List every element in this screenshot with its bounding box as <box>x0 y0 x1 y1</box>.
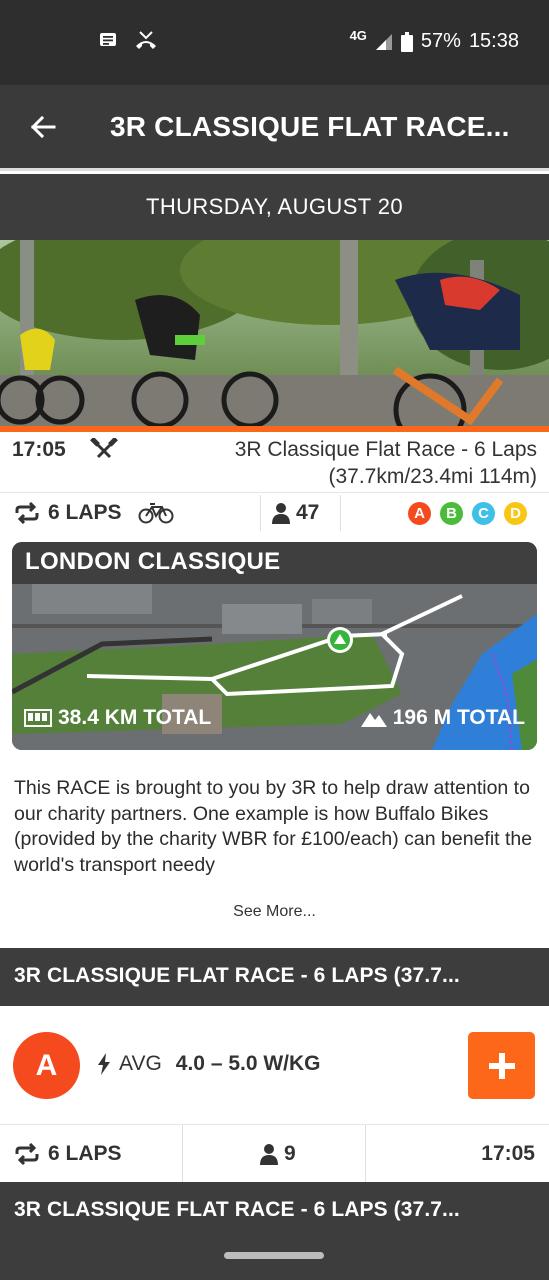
mountain-icon <box>360 713 387 727</box>
avg-value: 4.0 – 5.0 W/KG <box>175 1052 321 1075</box>
subgroup-title: 3R CLASSIQUE FLAT RACE - 6 LAPS (37.7... <box>0 1182 549 1230</box>
notification-icons <box>98 30 158 50</box>
page-title: 3R CLASSIQUE FLAT RACE... <box>110 111 510 142</box>
event-stats: 6 LAPS 47 A B C D <box>0 492 549 532</box>
riders-count: 47 <box>296 501 320 524</box>
elevation-total: 196 M TOTAL <box>360 706 525 730</box>
route-name: LONDON CLASSIQUE <box>12 542 537 584</box>
elevation-value: 196 M TOTAL <box>392 706 525 729</box>
subgroup-laps: 6 LAPS <box>48 1142 122 1165</box>
route-card[interactable]: LONDON CLASSIQUE 38.4 KM TOTAL 196 M TOT… <box>12 542 537 750</box>
network-type: 4G <box>349 28 367 43</box>
clock: 15:38 <box>468 30 519 52</box>
person-icon <box>272 503 290 524</box>
event-date: THURSDAY, AUGUST 20 <box>0 174 549 240</box>
subgroup-laps-stat: 6 LAPS <box>14 1125 122 1183</box>
stats-divider <box>182 1125 183 1183</box>
repeat-laps-icon <box>15 502 39 524</box>
subgroup-riders-stat: 9 <box>260 1125 296 1183</box>
see-more-link[interactable]: See More... <box>0 903 549 921</box>
event-description: This RACE is brought to you by 3R to hel… <box>14 777 533 876</box>
subgroup-stats: 6 LAPS 9 17:05 <box>0 1124 549 1183</box>
back-arrow-icon[interactable] <box>28 112 58 142</box>
laps-count: 6 LAPS <box>48 501 122 524</box>
category-badge-large: A <box>13 1032 80 1099</box>
stats-divider <box>260 495 261 531</box>
category-badge-d: D <box>502 499 529 527</box>
category-badge-c: C <box>470 499 497 527</box>
signal-icon <box>375 33 392 50</box>
event-summary: 17:05 3R Classique Flat Race - 6 Laps (3… <box>0 432 549 492</box>
bike-icon <box>138 503 174 524</box>
race-hammers-icon <box>90 438 118 459</box>
missed-call-icon <box>136 31 156 49</box>
event-hero-image <box>0 240 549 426</box>
event-name: 3R Classique Flat Race - 6 Laps (37.7km/… <box>234 438 537 488</box>
join-subgroup-button[interactable] <box>468 1032 535 1099</box>
subgroup-start-time: 17:05 <box>481 1142 535 1165</box>
avg-label: AVG <box>119 1052 162 1075</box>
repeat-laps-icon <box>15 1143 39 1165</box>
event-time: 17:05 <box>12 438 66 461</box>
subgroup-riders: 9 <box>284 1142 296 1165</box>
power-range: AVG 4.0 – 5.0 W/KG <box>97 1052 321 1076</box>
odometer-icon <box>24 709 52 727</box>
distance-total: 38.4 KM TOTAL <box>24 706 211 730</box>
category-badge-b: B <box>438 499 465 527</box>
battery-percent: 57% <box>420 30 461 52</box>
stats-divider <box>365 1125 366 1183</box>
system-navigation-bar <box>0 1230 549 1280</box>
person-icon <box>260 1144 278 1165</box>
subgroup-title: 3R CLASSIQUE FLAT RACE - 6 LAPS (37.7... <box>0 948 549 1006</box>
laps-stat: 6 LAPS <box>14 493 174 533</box>
plus-icon <box>488 1052 515 1079</box>
category-badge-a: A <box>406 499 433 527</box>
home-gesture-handle[interactable] <box>224 1252 324 1259</box>
stats-divider <box>340 495 341 531</box>
battery-icon <box>400 31 413 52</box>
subgroup-category-row: A AVG 4.0 – 5.0 W/KG <box>0 1006 549 1124</box>
category-badges: A B C D <box>406 493 529 533</box>
riders-stat: 47 <box>272 493 319 533</box>
distance-value: 38.4 KM TOTAL <box>58 706 212 729</box>
lightning-icon <box>98 1053 110 1075</box>
status-bar: 4G 57% 15:38 <box>0 0 549 85</box>
message-icon <box>100 33 116 46</box>
app-bar: 3R CLASSIQUE FLAT RACE... <box>0 85 549 171</box>
status-right: 4G 57% 15:38 <box>349 28 519 53</box>
